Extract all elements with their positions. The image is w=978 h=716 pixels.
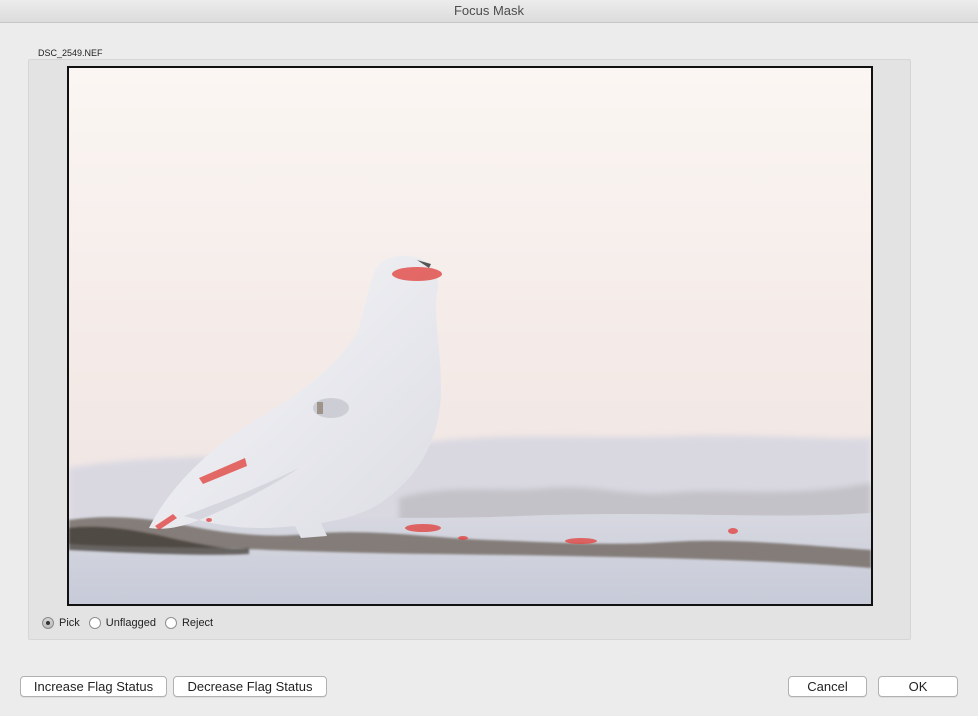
radio-pick[interactable]: Pick bbox=[42, 617, 80, 629]
focus-mask-preview bbox=[67, 66, 873, 606]
window-title: Focus Mask bbox=[453, 3, 525, 18]
radio-unflagged-indicator[interactable] bbox=[88, 617, 101, 629]
image-filename: DSC_2549.NEF bbox=[38, 48, 103, 58]
ok-button[interactable]: OK bbox=[878, 676, 958, 697]
radio-pick-indicator[interactable] bbox=[42, 617, 54, 629]
radio-reject-indicator[interactable] bbox=[164, 617, 177, 629]
radio-unflagged[interactable]: Unflagged bbox=[88, 617, 156, 629]
increase-flag-status-button[interactable]: Increase Flag Status bbox=[20, 676, 167, 697]
radio-pick-label: Pick bbox=[59, 617, 80, 629]
decrease-flag-status-button[interactable]: Decrease Flag Status bbox=[173, 676, 327, 697]
cancel-button[interactable]: Cancel bbox=[788, 676, 867, 697]
radio-reject-label: Reject bbox=[181, 617, 214, 629]
radio-unflagged-label: Unflagged bbox=[105, 617, 156, 629]
flag-radio-group: Pick Unflagged Reject bbox=[42, 615, 222, 631]
window-titlebar: Focus Mask bbox=[0, 0, 978, 23]
radio-reject[interactable]: Reject bbox=[164, 617, 214, 629]
